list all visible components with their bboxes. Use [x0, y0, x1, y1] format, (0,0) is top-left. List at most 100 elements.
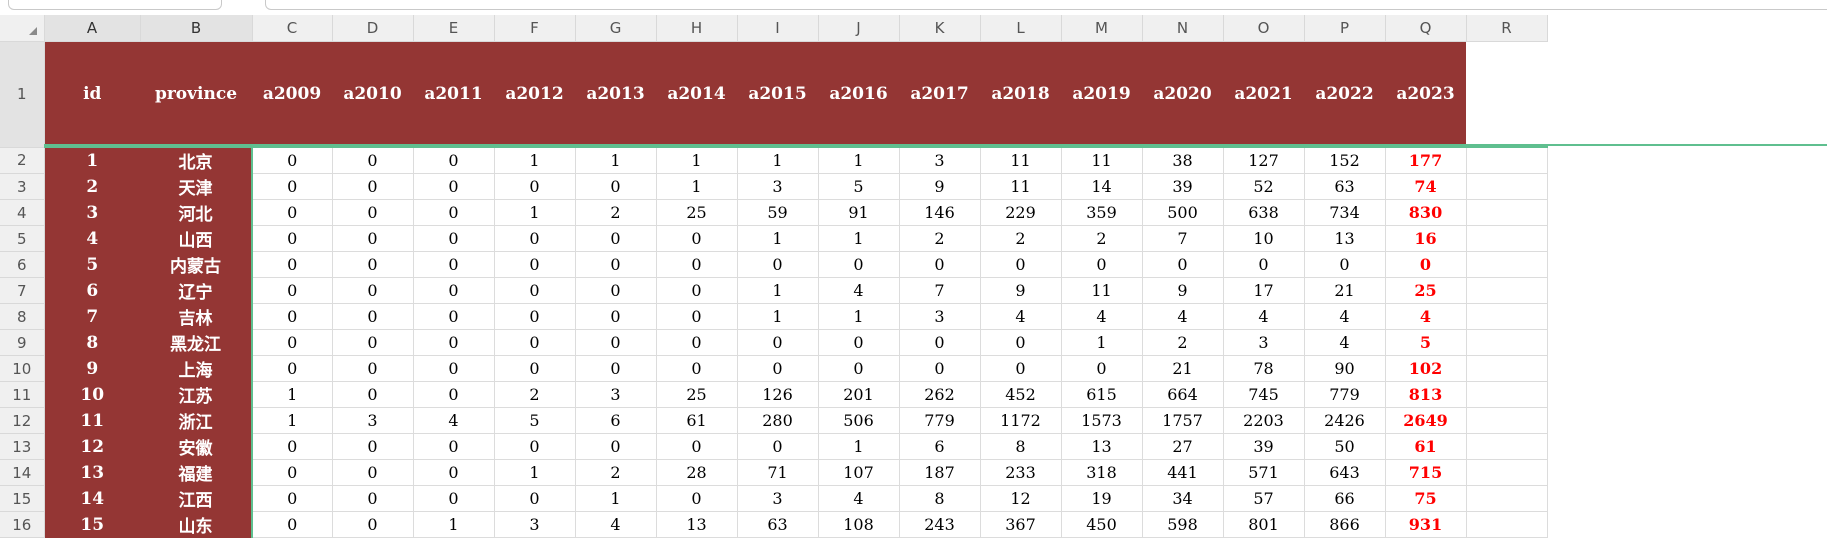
cell[interactable]: 0 [656, 329, 738, 356]
province-cell[interactable]: 江苏 [140, 381, 253, 408]
row-header-8[interactable]: 8 [0, 303, 45, 330]
header-cell-province[interactable]: province [140, 41, 252, 148]
cell[interactable]: 4 [1304, 303, 1386, 330]
province-cell[interactable]: 山东 [140, 511, 253, 538]
cell[interactable]: 0 [413, 303, 495, 330]
cell[interactable]: 2 [1142, 329, 1224, 356]
cell[interactable]: 0 [575, 225, 657, 252]
cell[interactable]: 0 [1142, 251, 1224, 278]
cell[interactable]: 3 [737, 173, 819, 200]
cell[interactable]: 146 [899, 199, 981, 226]
a2023-cell[interactable]: 102 [1385, 355, 1467, 382]
column-header-J[interactable]: J [818, 15, 900, 42]
cell[interactable]: 441 [1142, 459, 1224, 486]
cell[interactable]: 233 [980, 459, 1062, 486]
cell[interactable]: 0 [332, 173, 414, 200]
cell[interactable]: 6 [899, 433, 981, 460]
province-cell[interactable]: 福建 [140, 459, 253, 486]
cell[interactable]: 745 [1223, 381, 1305, 408]
cell[interactable]: 34 [1142, 485, 1224, 512]
a2023-cell[interactable]: 715 [1385, 459, 1467, 486]
a2023-cell[interactable]: 5 [1385, 329, 1467, 356]
column-header-C[interactable]: C [252, 15, 333, 42]
cell[interactable]: 0 [575, 433, 657, 460]
cell[interactable]: 126 [737, 381, 819, 408]
empty-cell[interactable] [1466, 251, 1548, 278]
cell[interactable]: 27 [1142, 433, 1224, 460]
column-header-E[interactable]: E [413, 15, 495, 42]
cell[interactable]: 0 [494, 277, 576, 304]
row-header-15[interactable]: 15 [0, 485, 45, 512]
cell[interactable]: 4 [818, 277, 900, 304]
cell[interactable]: 0 [737, 355, 819, 382]
cell[interactable]: 0 [494, 355, 576, 382]
id-cell[interactable]: 1 [44, 147, 140, 174]
cell[interactable]: 0 [332, 485, 414, 512]
cell[interactable]: 8 [899, 485, 981, 512]
row-header-4[interactable]: 4 [0, 199, 45, 226]
cell[interactable]: 0 [252, 433, 333, 460]
header-cell-a2013[interactable]: a2013 [575, 41, 656, 148]
cell[interactable]: 0 [737, 329, 819, 356]
cell[interactable]: 866 [1304, 511, 1386, 538]
cell[interactable]: 0 [332, 381, 414, 408]
cell[interactable]: 0 [656, 303, 738, 330]
cell[interactable]: 39 [1223, 433, 1305, 460]
header-cell-a2022[interactable]: a2022 [1304, 41, 1385, 148]
id-cell[interactable]: 3 [44, 199, 140, 226]
empty-cell[interactable] [1466, 381, 1548, 408]
cell[interactable]: 52 [1223, 173, 1305, 200]
column-header-L[interactable]: L [980, 15, 1062, 42]
cell[interactable]: 201 [818, 381, 900, 408]
cell[interactable]: 0 [413, 381, 495, 408]
cell[interactable]: 262 [899, 381, 981, 408]
cell[interactable]: 5 [494, 407, 576, 434]
column-header-O[interactable]: O [1223, 15, 1305, 42]
row-header-13[interactable]: 13 [0, 433, 45, 460]
cell[interactable]: 0 [899, 251, 981, 278]
cell[interactable]: 1573 [1061, 407, 1143, 434]
cell[interactable]: 0 [656, 433, 738, 460]
cell[interactable]: 0 [252, 511, 333, 538]
row-header-11[interactable]: 11 [0, 381, 45, 408]
cell[interactable]: 7 [1142, 225, 1224, 252]
cell[interactable]: 1 [656, 173, 738, 200]
empty-cell[interactable] [1466, 511, 1548, 538]
row-header-12[interactable]: 12 [0, 407, 45, 434]
cell[interactable]: 152 [1304, 147, 1386, 174]
id-cell[interactable]: 2 [44, 173, 140, 200]
cell[interactable]: 1 [575, 485, 657, 512]
cell[interactable]: 0 [332, 355, 414, 382]
province-cell[interactable]: 吉林 [140, 303, 253, 330]
cell[interactable]: 107 [818, 459, 900, 486]
cell[interactable]: 50 [1304, 433, 1386, 460]
header-cell-a2023[interactable]: a2023 [1385, 41, 1466, 148]
column-header-N[interactable]: N [1142, 15, 1224, 42]
cell[interactable]: 615 [1061, 381, 1143, 408]
empty-cell[interactable] [1466, 199, 1548, 226]
column-header-P[interactable]: P [1304, 15, 1386, 42]
cell[interactable]: 1 [494, 459, 576, 486]
province-cell[interactable]: 内蒙古 [140, 251, 253, 278]
cell[interactable]: 0 [494, 173, 576, 200]
cell[interactable]: 734 [1304, 199, 1386, 226]
a2023-cell[interactable]: 813 [1385, 381, 1467, 408]
row-header-14[interactable]: 14 [0, 459, 45, 486]
cell[interactable]: 39 [1142, 173, 1224, 200]
cell[interactable]: 571 [1223, 459, 1305, 486]
cell[interactable]: 0 [818, 329, 900, 356]
province-cell[interactable]: 北京 [140, 147, 253, 174]
cell[interactable]: 0 [899, 329, 981, 356]
cell[interactable]: 0 [494, 251, 576, 278]
cell[interactable]: 0 [252, 199, 333, 226]
cell[interactable]: 0 [413, 173, 495, 200]
cell[interactable]: 0 [252, 459, 333, 486]
cell[interactable]: 3 [737, 485, 819, 512]
cell[interactable]: 638 [1223, 199, 1305, 226]
a2023-cell[interactable]: 16 [1385, 225, 1467, 252]
cell[interactable]: 0 [494, 225, 576, 252]
row-header-10[interactable]: 10 [0, 355, 45, 382]
cell[interactable]: 9 [1142, 277, 1224, 304]
cell[interactable]: 318 [1061, 459, 1143, 486]
header-cell-a2019[interactable]: a2019 [1061, 41, 1142, 148]
